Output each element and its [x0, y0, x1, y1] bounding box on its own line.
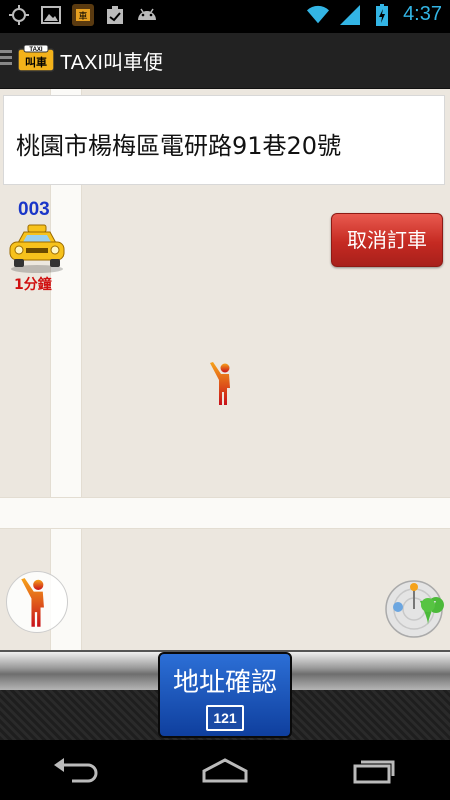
confirm-address-label: 地址確認 [172, 668, 277, 698]
app-notification-icon: 車 [72, 4, 94, 26]
svg-text:叫車: 叫車 [25, 55, 47, 69]
cancel-booking-button[interactable]: 取消訂車 [331, 213, 443, 267]
svg-text:TAXI: TAXI [29, 47, 43, 53]
bottom-panel: 地址確認 121 [0, 650, 450, 740]
home-button[interactable] [195, 750, 255, 790]
taxi-icon [9, 224, 65, 273]
status-icons-right: 4:37 [307, 3, 442, 26]
app-logo-icon[interactable]: TAXI 叫車 [17, 44, 55, 75]
user-location-pin-icon[interactable] [208, 362, 238, 406]
recent-apps-icon [353, 760, 395, 784]
person-icon [21, 578, 44, 627]
back-icon [54, 758, 98, 783]
action-bar: TAXI 叫車 TAXI叫車便 [0, 33, 450, 89]
home-icon [202, 758, 248, 783]
battery-icon [371, 3, 393, 26]
gps-icon [8, 4, 30, 26]
menu-icon[interactable] [0, 47, 12, 73]
address-box[interactable]: 桃園市楊梅區電研路91巷20號 [3, 95, 445, 185]
status-icons-left: 車 [8, 4, 158, 26]
confirm-address-button[interactable]: 地址確認 121 [158, 652, 292, 738]
address-text: 桃園市楊梅區電研路91巷20號 [16, 132, 342, 160]
task-icon [104, 4, 126, 26]
status-bar: 車 4:37 [0, 0, 450, 33]
clock: 4:37 [403, 3, 442, 25]
android-icon [136, 4, 158, 26]
image-icon [40, 4, 62, 26]
map-view[interactable]: 桃園市楊梅區電研路91巷20號 003 1分鐘 取消訂車 [0, 89, 450, 650]
app-title: TAXI叫車便 [60, 52, 163, 74]
confirm-badge: 121 [206, 705, 244, 731]
nearby-radar-button[interactable] [384, 579, 444, 639]
map-road-horizontal [0, 497, 450, 529]
signal-icon [339, 4, 361, 26]
wifi-icon [307, 4, 330, 26]
svg-text:車: 車 [78, 10, 87, 22]
taxi-number: 003 [18, 199, 50, 220]
my-location-button[interactable] [6, 571, 68, 633]
taxi-marker[interactable]: 003 1分鐘 [6, 199, 68, 293]
taxi-eta: 1分鐘 [14, 277, 52, 293]
recent-apps-button[interactable] [345, 750, 405, 790]
navigation-bar [0, 740, 450, 800]
back-button[interactable] [45, 750, 105, 790]
